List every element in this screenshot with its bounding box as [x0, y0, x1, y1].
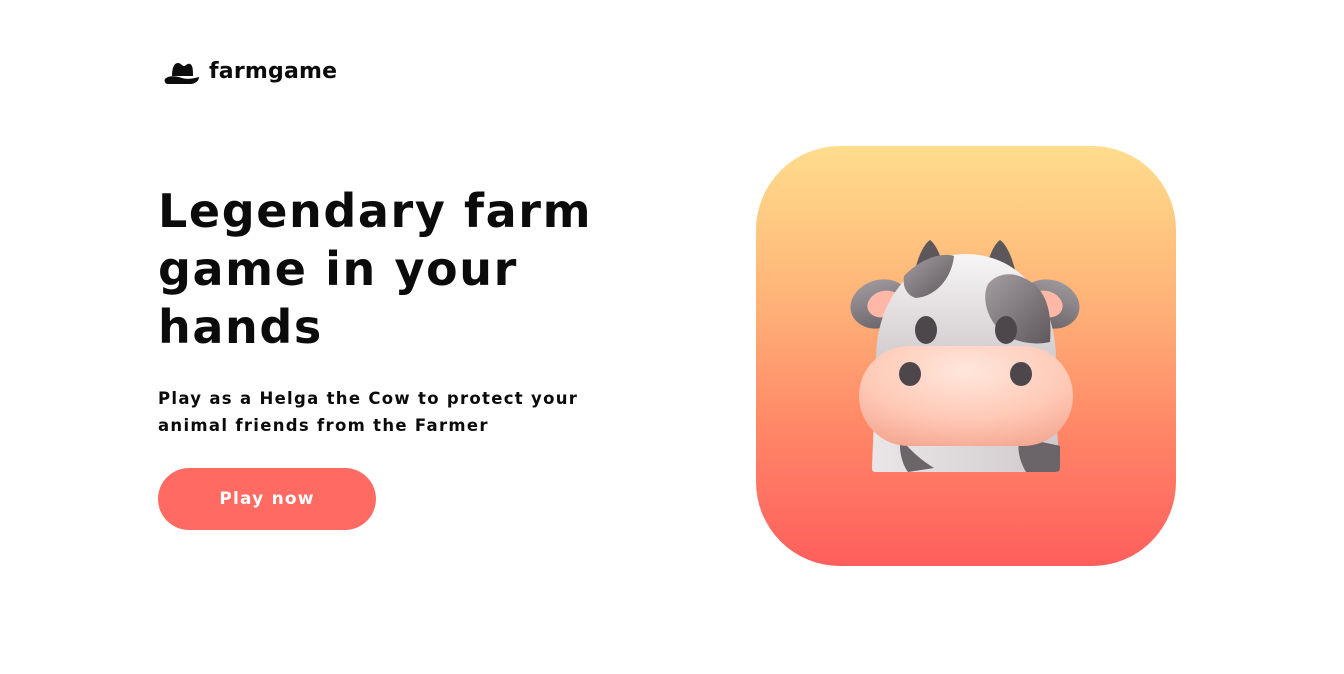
landing-page: farmgame Legendary farm game in your han…	[0, 0, 1344, 674]
play-now-button[interactable]: Play now	[158, 468, 376, 530]
hero-subtitle: Play as a Helga the Cow to protect your …	[158, 389, 579, 435]
cow-icon	[850, 240, 1080, 472]
farmer-hat-icon	[164, 63, 199, 84]
brand-logo-link[interactable]: farmgame	[164, 58, 337, 86]
game-app-icon-tile	[756, 146, 1176, 566]
brand-name: farmgame	[209, 59, 338, 84]
hero-headline: Legendary farm game in your hands	[158, 184, 593, 354]
